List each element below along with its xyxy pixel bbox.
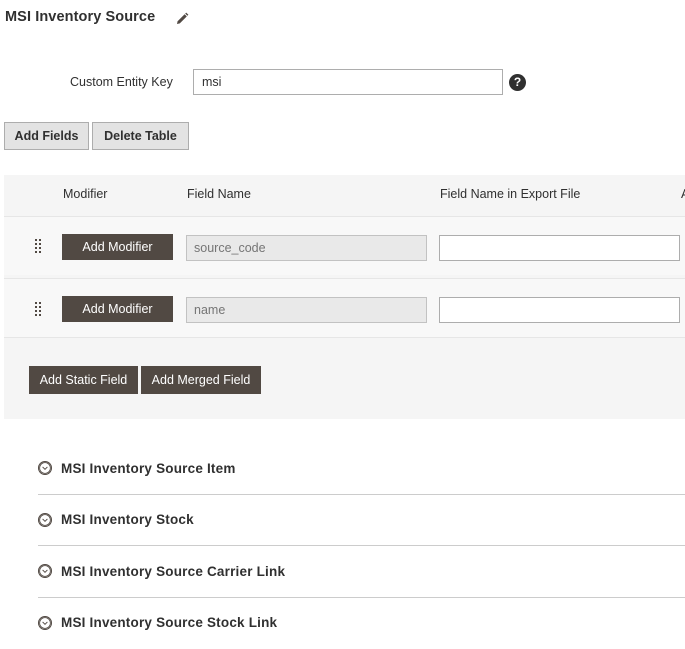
chevron-down-icon — [38, 564, 52, 578]
section-msi-inventory-source-carrier-link[interactable]: MSI Inventory Source Carrier Link — [38, 547, 685, 598]
column-header-export-name: Field Name in Export File — [440, 187, 581, 201]
section-title: MSI Inventory Stock — [61, 512, 194, 527]
help-icon[interactable]: ? — [509, 74, 526, 91]
column-header-field-name: Field Name — [187, 187, 251, 201]
section-msi-inventory-source-stock-link[interactable]: MSI Inventory Source Stock Link — [38, 598, 685, 649]
add-merged-field-button[interactable]: Add Merged Field — [141, 366, 261, 394]
delete-table-button[interactable]: Delete Table — [92, 122, 189, 150]
section-title: MSI Inventory Source Item — [61, 461, 236, 476]
chevron-down-icon — [38, 513, 52, 527]
pencil-edit-icon[interactable] — [175, 12, 189, 26]
drag-handle-icon[interactable] — [35, 302, 43, 318]
field-name-input[interactable] — [186, 297, 427, 323]
section-msi-inventory-stock[interactable]: MSI Inventory Stock — [38, 495, 685, 546]
page-title: MSI Inventory Source — [5, 9, 156, 25]
export-field-name-input[interactable] — [439, 235, 680, 261]
chevron-down-icon — [38, 616, 52, 630]
column-header-modifier: Modifier — [63, 187, 108, 201]
custom-entity-key-input[interactable] — [193, 69, 503, 95]
field-name-input[interactable] — [186, 235, 427, 261]
custom-entity-key-label: Custom Entity Key — [70, 75, 173, 89]
chevron-down-icon — [38, 461, 52, 475]
add-modifier-button[interactable]: Add Modifier — [62, 296, 173, 322]
add-fields-button[interactable]: Add Fields — [4, 122, 89, 150]
export-field-name-input[interactable] — [439, 297, 680, 323]
section-title: MSI Inventory Source Stock Link — [61, 615, 278, 630]
column-header-truncated: A — [681, 187, 685, 201]
drag-handle-icon[interactable] — [35, 239, 43, 255]
add-static-field-button[interactable]: Add Static Field — [29, 366, 138, 394]
add-modifier-button[interactable]: Add Modifier — [62, 234, 173, 260]
section-msi-inventory-source-item[interactable]: MSI Inventory Source Item — [38, 444, 685, 495]
section-title: MSI Inventory Source Carrier Link — [61, 564, 286, 579]
